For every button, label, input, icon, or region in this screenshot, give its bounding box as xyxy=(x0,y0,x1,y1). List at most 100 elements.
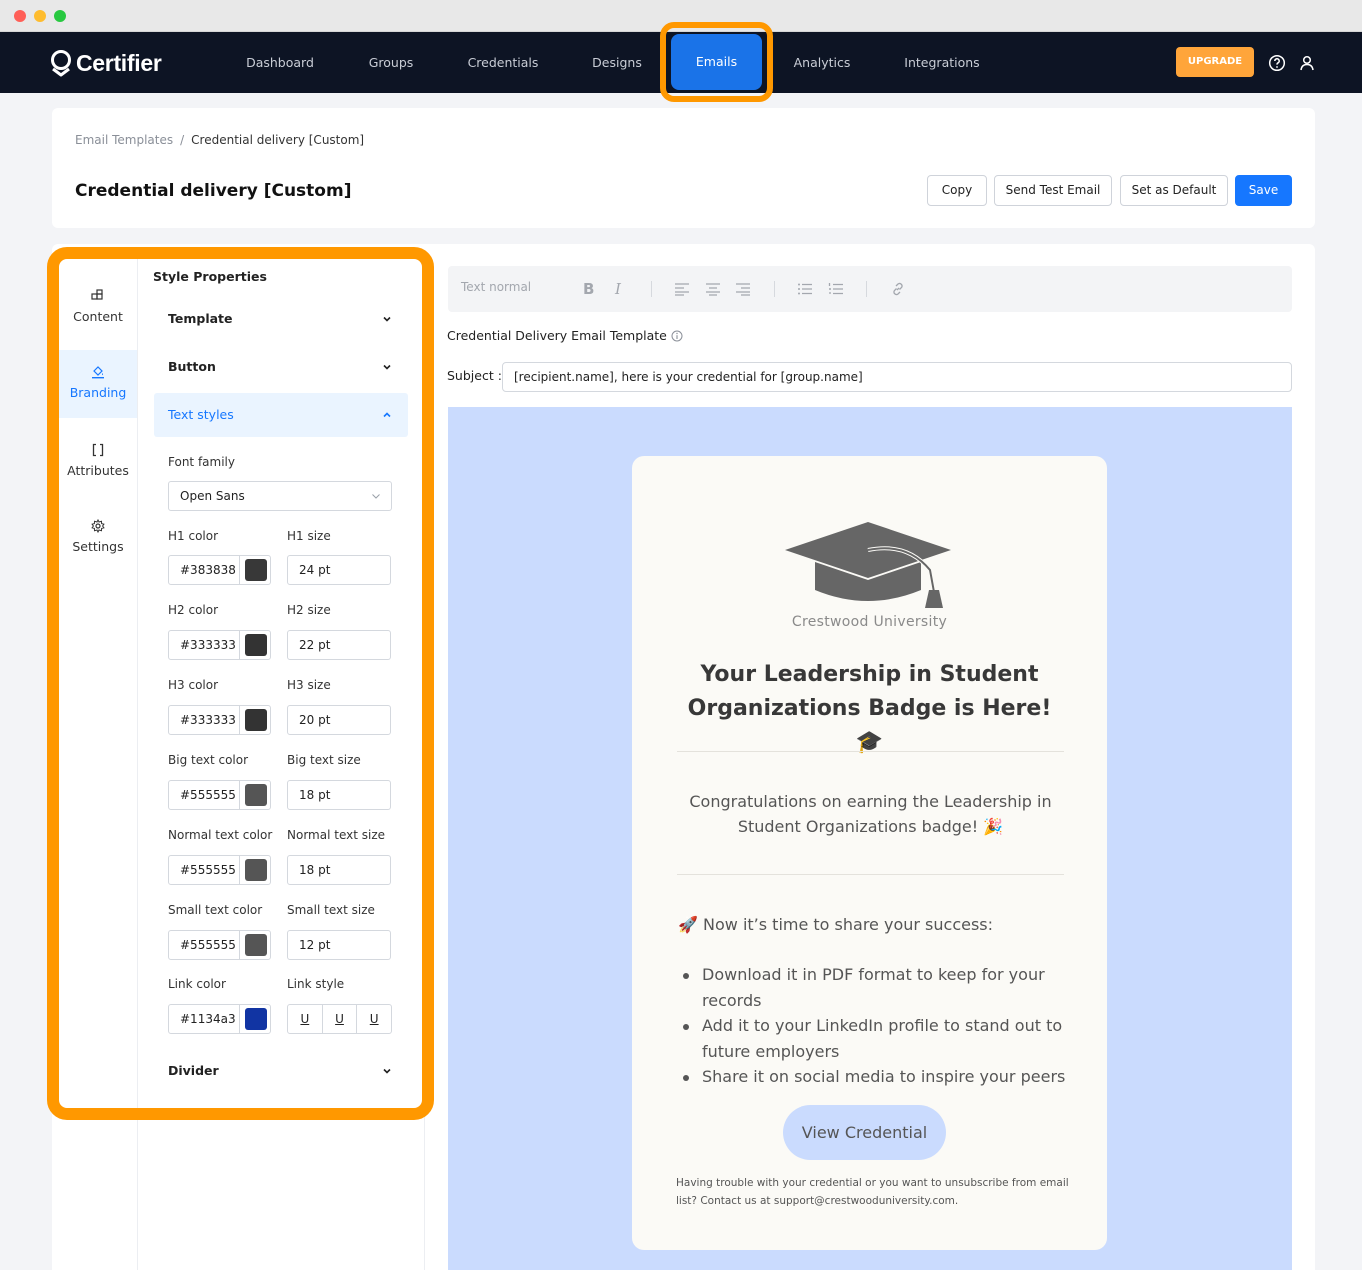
small-text-color-label: Small text color xyxy=(168,903,263,917)
list-item: Download it in PDF format to keep for yo… xyxy=(678,962,1078,1013)
normal-text-color-swatch[interactable] xyxy=(245,859,267,881)
small-text-size-input[interactable]: 12 pt xyxy=(287,930,391,960)
user-icon[interactable] xyxy=(1298,54,1316,72)
nav-credentials[interactable]: Credentials xyxy=(463,32,543,93)
link-style-option-2[interactable]: U xyxy=(323,1005,358,1033)
h2-color-value: #333333 xyxy=(180,638,236,652)
set-as-default-button[interactable]: Set as Default xyxy=(1120,175,1228,206)
toolbar-separator xyxy=(651,281,652,297)
subject-input[interactable]: [recipient.name], here is your credentia… xyxy=(502,362,1292,392)
certifier-logo[interactable]: Certifier xyxy=(50,48,162,78)
small-text-size-label: Small text size xyxy=(287,903,375,917)
h2-color-swatch[interactable] xyxy=(245,634,267,656)
list-item-text: Download it in PDF format to keep for yo… xyxy=(702,965,1045,1010)
normal-text-size-label: Normal text size xyxy=(287,828,385,842)
nav-dashboard[interactable]: Dashboard xyxy=(240,32,320,93)
link-style-option-1[interactable]: U xyxy=(288,1005,323,1033)
swatch-divider xyxy=(239,631,240,659)
breadcrumb-separator: / xyxy=(180,133,185,147)
breadcrumb: Email Templates / Credential delivery [Cus… xyxy=(75,133,364,147)
view-credential-button[interactable]: View Credential xyxy=(783,1105,946,1160)
font-family-value: Open Sans xyxy=(180,489,245,503)
link-color-swatch[interactable] xyxy=(245,1008,267,1030)
big-text-color-input[interactable]: #555555 xyxy=(168,780,271,810)
accordion-text-styles[interactable]: Text styles xyxy=(154,393,408,437)
h2-color-input[interactable]: #333333 xyxy=(168,630,271,660)
bullet-dot xyxy=(683,1024,689,1030)
chevron-down-icon xyxy=(372,494,380,499)
university-name: Crestwood University xyxy=(791,614,948,630)
email-share-intro: 🚀 Now it’s time to share your success: xyxy=(678,915,994,934)
nav-integrations[interactable]: Integrations xyxy=(902,32,982,93)
normal-text-size-input[interactable]: 18 pt xyxy=(287,855,391,885)
bold-button[interactable]: B xyxy=(583,280,594,298)
big-text-color-label: Big text color xyxy=(168,753,249,767)
h2-size-input[interactable]: 22 pt xyxy=(287,630,391,660)
sidebar-item-branding[interactable]: Branding xyxy=(59,350,137,418)
accordion-divider[interactable]: Divider xyxy=(154,1049,408,1093)
sidebar-item-settings[interactable]: Settings xyxy=(59,519,137,559)
breadcrumb-email-templates[interactable]: Email Templates xyxy=(75,133,173,147)
accordion-button[interactable]: Button xyxy=(154,345,408,389)
close-window-button[interactable] xyxy=(14,10,26,22)
h1-color-input[interactable]: #383838 xyxy=(168,555,271,585)
sidebar-item-label: Content xyxy=(73,309,123,324)
page-title: Credential delivery [Custom] xyxy=(75,181,352,201)
accordion-template[interactable]: Template xyxy=(154,297,408,341)
nav-groups[interactable]: Groups xyxy=(361,32,421,93)
chevron-down-icon xyxy=(383,316,391,322)
send-test-email-button[interactable]: Send Test Email xyxy=(994,175,1112,206)
big-text-color-swatch[interactable] xyxy=(245,784,267,806)
h1-size-input[interactable]: 24 pt xyxy=(287,555,391,585)
swatch-divider xyxy=(239,556,240,584)
h3-color-input[interactable]: #333333 xyxy=(168,705,271,735)
breadcrumb-current: Credential delivery [Custom] xyxy=(191,133,365,147)
small-text-color-input[interactable]: #555555 xyxy=(168,930,271,960)
link-style-option-3[interactable]: U xyxy=(357,1005,391,1033)
normal-text-color-input[interactable]: #555555 xyxy=(168,855,271,885)
text-style-select[interactable]: Text normal xyxy=(461,280,531,294)
subject-label: Subject : xyxy=(447,368,502,383)
graduation-cap-logo-icon xyxy=(785,522,951,608)
list-item: Add it to your LinkedIn profile to stand… xyxy=(678,1013,1078,1064)
font-family-label: Font family xyxy=(168,455,235,469)
bullet-dot xyxy=(683,1075,689,1081)
swatch-divider xyxy=(239,856,240,884)
sidebar-item-label: Branding xyxy=(69,385,127,400)
accordion-label: Divider xyxy=(168,1063,219,1078)
link-icon[interactable] xyxy=(890,281,906,297)
small-text-color-swatch[interactable] xyxy=(245,934,267,956)
upgrade-button[interactable]: UPGRADE xyxy=(1176,47,1254,77)
nav-analytics[interactable]: Analytics xyxy=(787,32,857,93)
align-center-icon[interactable] xyxy=(705,282,721,296)
h3-color-label: H3 color xyxy=(168,678,219,692)
email-bullet-list: Download it in PDF format to keep for yo… xyxy=(678,962,1078,1090)
copy-button[interactable]: Copy xyxy=(927,175,987,206)
info-icon[interactable] xyxy=(671,330,683,342)
h1-color-swatch[interactable] xyxy=(245,559,267,581)
help-circle-icon[interactable] xyxy=(1268,54,1286,72)
h3-color-swatch[interactable] xyxy=(245,709,267,731)
sidebar-item-content[interactable]: Content xyxy=(59,289,137,349)
h1-size-label: H1 size xyxy=(287,529,331,543)
normal-text-color-value: #555555 xyxy=(180,863,236,877)
nav-emails[interactable]: Emails xyxy=(671,34,762,90)
small-text-color-value: #555555 xyxy=(180,938,236,952)
paint-bucket-icon xyxy=(92,366,104,379)
font-family-select[interactable]: Open Sans xyxy=(168,481,392,511)
bulleted-list-icon[interactable] xyxy=(797,282,813,296)
big-text-size-input[interactable]: 18 pt xyxy=(287,780,391,810)
link-color-input[interactable]: #1134a3 xyxy=(168,1004,271,1034)
save-button[interactable]: Save xyxy=(1235,175,1292,206)
sidebar-item-attributes[interactable]: Attributes xyxy=(59,443,137,483)
link-style-options: U U U xyxy=(287,1004,392,1034)
align-right-icon[interactable] xyxy=(735,282,751,296)
nav-designs[interactable]: Designs xyxy=(587,32,647,93)
align-left-icon[interactable] xyxy=(674,282,690,296)
swatch-divider xyxy=(239,931,240,959)
minimize-window-button[interactable] xyxy=(34,10,46,22)
h3-size-input[interactable]: 20 pt xyxy=(287,705,391,735)
italic-button[interactable]: I xyxy=(615,280,621,298)
maximize-window-button[interactable] xyxy=(54,10,66,22)
numbered-list-icon[interactable] xyxy=(828,282,844,296)
